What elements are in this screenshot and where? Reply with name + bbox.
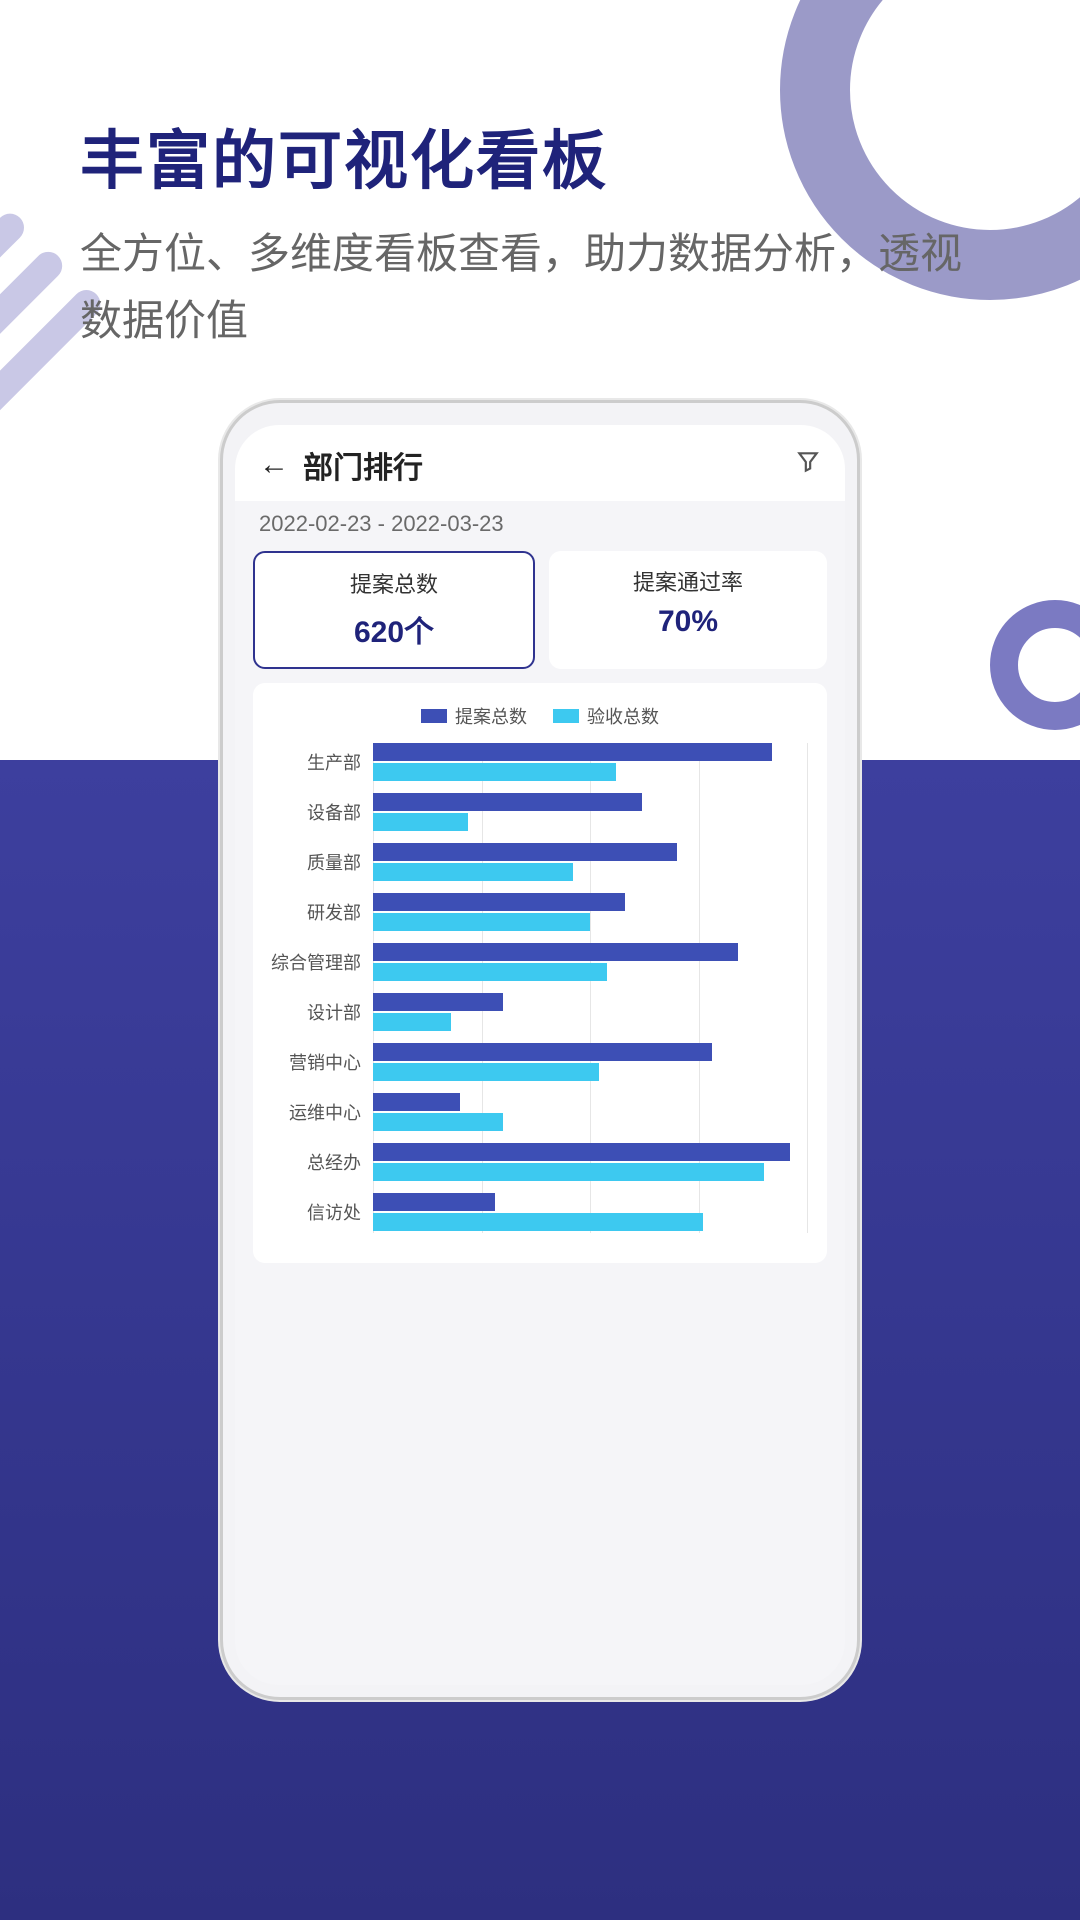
chart-bar [373, 963, 607, 981]
chart-row: 质量部 [373, 843, 807, 883]
decorative-ring-right [990, 600, 1080, 730]
chart-row: 营销中心 [373, 1043, 807, 1083]
chart-bar [373, 863, 573, 881]
chart-row: 生产部 [373, 743, 807, 783]
chart-bar [373, 993, 503, 1011]
stat-card-pass-rate[interactable]: 提案通过率 70% [549, 551, 827, 669]
chart-row-label: 营销中心 [263, 1043, 367, 1083]
phone-mockup: ← 部门排行 2022-02-23 - 2022-03-23 提案总数 620个… [220, 400, 860, 1700]
chart-row: 总经办 [373, 1143, 807, 1183]
stat-label: 提案总数 [265, 567, 523, 599]
chart-row-label: 信访处 [263, 1193, 367, 1233]
chart-bar [373, 1143, 790, 1161]
chart-row: 设备部 [373, 793, 807, 833]
chart-row: 设计部 [373, 993, 807, 1033]
chart-bar [373, 843, 677, 861]
chart-bar [373, 1013, 451, 1031]
legend-label: 验收总数 [587, 703, 659, 729]
legend-item-series2: 验收总数 [553, 703, 659, 729]
chart-row-label: 综合管理部 [263, 943, 367, 983]
chart-row-label: 设计部 [263, 993, 367, 1033]
filter-icon[interactable] [795, 449, 821, 482]
chart-bar [373, 943, 738, 961]
stat-value: 70% [559, 605, 817, 639]
chart-row: 研发部 [373, 893, 807, 933]
chart-row-label: 生产部 [263, 743, 367, 783]
stat-label: 提案通过率 [559, 565, 817, 597]
chart-bar [373, 793, 642, 811]
legend-swatch-icon [553, 709, 579, 723]
chart-bar [373, 1043, 712, 1061]
chart-bar [373, 1113, 503, 1131]
app-header: ← 部门排行 [235, 425, 845, 501]
chart-row: 运维中心 [373, 1093, 807, 1133]
legend-label: 提案总数 [455, 703, 527, 729]
chart-row: 信访处 [373, 1193, 807, 1233]
chart-row-label: 质量部 [263, 843, 367, 883]
stat-value: 620个 [265, 607, 523, 651]
chart-legend: 提案总数 验收总数 [263, 703, 817, 729]
chart-bar [373, 813, 468, 831]
chart-bar [373, 913, 590, 931]
chart-area: 生产部设备部质量部研发部综合管理部设计部营销中心运维中心总经办信访处 [263, 743, 817, 1233]
marketing-headline: 丰富的可视化看板 [80, 110, 608, 202]
marketing-subhead: 全方位、多维度看板查看，助力数据分析，透视数据价值 [80, 220, 1000, 354]
chart-row-label: 运维中心 [263, 1093, 367, 1133]
back-arrow-icon[interactable]: ← [259, 448, 289, 482]
page-title: 部门排行 [303, 443, 423, 487]
chart-row-label: 总经办 [263, 1143, 367, 1183]
chart-bar [373, 763, 616, 781]
chart-bar [373, 1213, 703, 1231]
chart-bar [373, 1063, 599, 1081]
phone-screen: ← 部门排行 2022-02-23 - 2022-03-23 提案总数 620个… [235, 425, 845, 1685]
chart-panel: 提案总数 验收总数 生产部设备部质量部研发部综合管理部设计部营销中心运维中心总经… [253, 683, 827, 1263]
chart-row-label: 设备部 [263, 793, 367, 833]
stat-card-total[interactable]: 提案总数 620个 [253, 551, 535, 669]
chart-bar [373, 743, 772, 761]
chart-row-label: 研发部 [263, 893, 367, 933]
chart-row: 综合管理部 [373, 943, 807, 983]
stat-cards-row: 提案总数 620个 提案通过率 70% [235, 551, 845, 683]
legend-item-series1: 提案总数 [421, 703, 527, 729]
chart-bar [373, 893, 625, 911]
chart-bar [373, 1193, 495, 1211]
chart-bar [373, 1093, 460, 1111]
legend-swatch-icon [421, 709, 447, 723]
date-range: 2022-02-23 - 2022-03-23 [235, 501, 845, 551]
chart-bar [373, 1163, 764, 1181]
